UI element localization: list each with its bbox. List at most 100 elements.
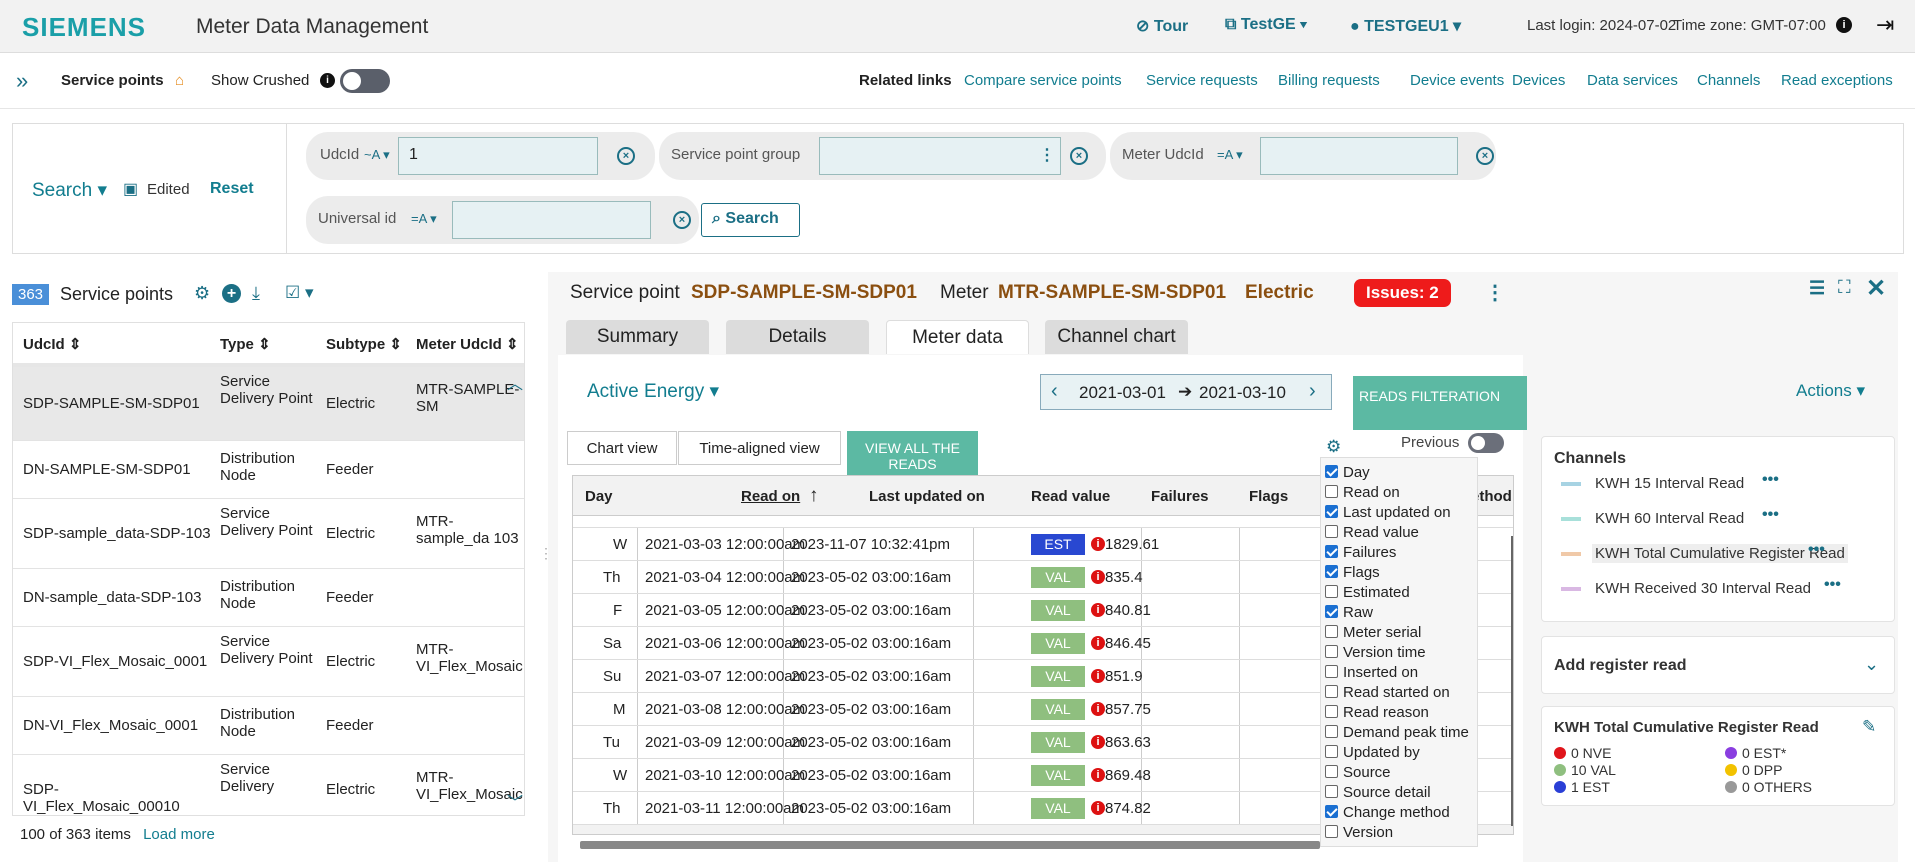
expand-sidebar-icon[interactable]: » xyxy=(16,68,28,94)
column-option[interactable]: Flags xyxy=(1325,564,1380,584)
date-range-picker[interactable]: ‹ 2021-03-01 ➔ 2021-03-10 › xyxy=(1040,374,1332,410)
reads-filteration-button[interactable]: READS FILTERATION xyxy=(1353,376,1527,430)
info-icon[interactable]: i xyxy=(1091,537,1105,551)
user-menu[interactable]: ● TESTGEU1 ▾ xyxy=(1350,16,1461,36)
meter-udcid-operator[interactable]: =A ▾ xyxy=(1217,147,1243,163)
search-dropdown[interactable]: Search ▾ xyxy=(32,179,107,202)
info-icon[interactable]: i xyxy=(1091,636,1105,650)
gear-icon[interactable]: ⚙ xyxy=(1326,437,1341,457)
select-checkbox-icon[interactable]: ☑ ▾ xyxy=(285,283,314,303)
chevron-left-icon[interactable]: ‹ xyxy=(1051,380,1058,403)
fullscreen-icon[interactable]: ⛶ xyxy=(1838,277,1851,298)
issues-badge[interactable]: Issues: 2 xyxy=(1354,279,1451,307)
col-day[interactable]: Day xyxy=(585,488,613,505)
checkbox[interactable] xyxy=(1325,785,1338,798)
close-icon[interactable]: ✕ xyxy=(1866,274,1886,303)
column-option[interactable]: Last updated on xyxy=(1325,504,1451,524)
checkbox[interactable] xyxy=(1325,645,1338,658)
col-last-updated[interactable]: Last updated on xyxy=(869,488,985,505)
channel-item[interactable]: KWH Total Cumulative Register Read ••• xyxy=(1554,541,1884,567)
checkbox[interactable] xyxy=(1325,545,1338,558)
sort-up-icon[interactable]: ↑ xyxy=(809,485,819,507)
checkbox[interactable] xyxy=(1325,625,1338,638)
checkbox[interactable] xyxy=(1325,665,1338,678)
universal-id-input[interactable] xyxy=(452,201,651,239)
add-register-card[interactable]: Add register read ⌄ xyxy=(1541,636,1895,694)
channel-item[interactable]: KWH Received 30 Interval Read ••• xyxy=(1554,576,1884,602)
home-icon[interactable]: ⌂ xyxy=(175,72,184,89)
edit-pencil-icon[interactable]: ✎ xyxy=(1862,717,1876,737)
checkbox[interactable] xyxy=(1325,585,1338,598)
column-option[interactable]: Failures xyxy=(1325,544,1396,564)
more-vertical-icon[interactable]: ⋮ xyxy=(1485,280,1505,305)
energy-dropdown[interactable]: Active Energy ▾ xyxy=(587,380,719,403)
column-option[interactable]: Raw xyxy=(1325,604,1373,624)
checkbox[interactable] xyxy=(1325,705,1338,718)
more-vertical-icon[interactable]: ⋮ xyxy=(1039,145,1055,165)
link-billing-requests[interactable]: Billing requests xyxy=(1278,72,1380,89)
gear-icon[interactable]: ⚙ xyxy=(194,283,210,304)
column-option[interactable]: Updated by xyxy=(1325,744,1420,764)
info-icon[interactable]: i xyxy=(1091,768,1105,782)
info-icon[interactable]: i xyxy=(1091,669,1105,683)
checkbox[interactable] xyxy=(1325,465,1338,478)
link-data-services[interactable]: Data services xyxy=(1587,72,1678,89)
column-option[interactable]: Read reason xyxy=(1325,704,1429,724)
col-udcid[interactable]: UdcId ⇕ xyxy=(23,323,81,363)
checkbox[interactable] xyxy=(1325,525,1338,538)
save-icon[interactable]: ▣ xyxy=(123,179,138,199)
column-option[interactable]: Day xyxy=(1325,464,1370,484)
udcid-operator[interactable]: ~A ▾ xyxy=(364,147,390,163)
search-button[interactable]: ⌕ Search xyxy=(701,203,800,237)
universal-id-operator[interactable]: =A ▾ xyxy=(411,211,437,227)
checkbox[interactable] xyxy=(1325,825,1338,838)
info-icon[interactable]: i xyxy=(1091,735,1105,749)
link-compare-service-points[interactable]: Compare service points xyxy=(964,72,1122,89)
column-option[interactable]: Read started on xyxy=(1325,684,1450,704)
info-icon[interactable]: i xyxy=(1836,17,1852,33)
col-subtype[interactable]: Subtype ⇕ xyxy=(326,323,402,363)
column-option[interactable]: Estimated xyxy=(1325,584,1410,604)
col-failures[interactable]: Failures xyxy=(1151,488,1209,505)
channel-item[interactable]: KWH 15 Interval Read ••• xyxy=(1554,471,1884,497)
column-option[interactable]: Read on xyxy=(1325,484,1400,504)
actions-menu[interactable]: Actions ▾ xyxy=(1796,381,1865,401)
column-option[interactable]: Demand peak time xyxy=(1325,724,1469,744)
clear-icon[interactable]: × xyxy=(1476,147,1494,165)
col-type[interactable]: Type ⇕ xyxy=(220,323,271,363)
add-icon[interactable]: + xyxy=(222,284,241,303)
column-option[interactable]: Source detail xyxy=(1325,784,1431,804)
download-icon[interactable]: ⤓ xyxy=(252,283,260,304)
col-read-value[interactable]: Read value xyxy=(1031,488,1110,505)
checkbox[interactable] xyxy=(1325,725,1338,738)
logout-icon[interactable]: ⇥ xyxy=(1876,12,1894,38)
table-row[interactable]: DN-SAMPLE-SM-SDP01 Distribution Node Feede… xyxy=(13,441,524,499)
checkbox[interactable] xyxy=(1325,565,1338,578)
col-flags[interactable]: Flags xyxy=(1249,488,1288,505)
show-crushed-toggle[interactable] xyxy=(340,69,390,93)
chevron-down-icon[interactable]: ⌄ xyxy=(1864,654,1879,675)
more-horizontal-icon[interactable]: ••• xyxy=(1762,471,1779,489)
checkbox[interactable] xyxy=(1325,745,1338,758)
table-row[interactable]: SDP-sample_data-SDP-103 Service Delivery … xyxy=(13,499,524,569)
table-row[interactable]: SDP-SAMPLE-SM-SDP01 Service Delivery Poin… xyxy=(13,367,524,441)
vertical-scrollbar[interactable] xyxy=(1511,536,1513,826)
tab-summary[interactable]: Summary xyxy=(566,320,709,354)
tab-channel-chart[interactable]: Channel chart xyxy=(1045,320,1188,354)
column-option[interactable]: Version time xyxy=(1325,644,1426,664)
checkbox[interactable] xyxy=(1325,805,1338,818)
info-icon[interactable]: i xyxy=(1091,603,1105,617)
chart-view-button[interactable]: Chart view xyxy=(567,431,677,465)
tab-meter-data[interactable]: Meter data xyxy=(886,320,1029,354)
checkbox[interactable] xyxy=(1325,485,1338,498)
column-option[interactable]: Meter serial xyxy=(1325,624,1421,644)
scroll-down-icon[interactable]: ﹀ xyxy=(507,789,523,813)
time-aligned-view-button[interactable]: Time-aligned view xyxy=(678,431,841,465)
column-option[interactable]: Version xyxy=(1325,824,1393,844)
scroll-up-icon[interactable]: ︿ xyxy=(507,370,523,394)
reset-button[interactable]: Reset xyxy=(210,180,254,198)
link-service-requests[interactable]: Service requests xyxy=(1146,72,1258,89)
col-read-on[interactable]: Read on xyxy=(741,488,800,505)
table-row[interactable]: SDP-VI_Flex_Mosaic_0001 Service Delivery … xyxy=(13,627,524,697)
checkbox[interactable] xyxy=(1325,685,1338,698)
